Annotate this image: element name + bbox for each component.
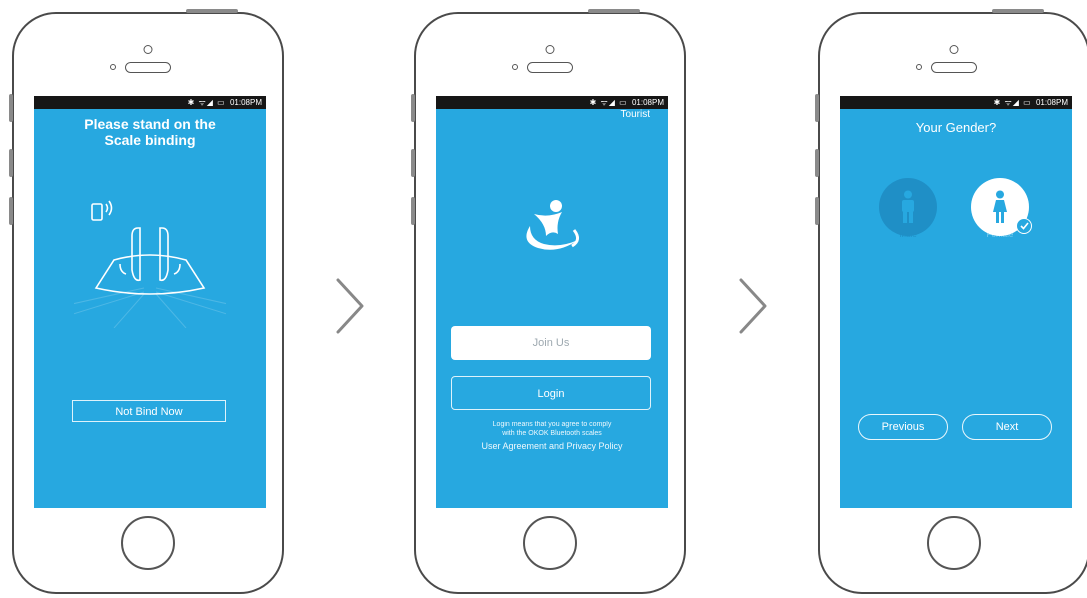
next-button[interactable]: Next [962, 414, 1052, 440]
front-camera [545, 45, 555, 54]
power-button [588, 9, 640, 13]
sensor [512, 64, 518, 70]
mute-switch [411, 94, 415, 122]
volume-down-button [815, 197, 819, 225]
scale-feet-illustration [74, 200, 226, 328]
page-title: Please stand on the Scale binding [34, 116, 266, 148]
home-button [523, 516, 577, 570]
terms-line-1: Login means that you agree to comply [492, 421, 612, 428]
previous-button[interactable]: Previous [858, 414, 948, 440]
screen-gender: ✱ ᯤ◢ ▭ 01:08PM Your Gender? Male [840, 96, 1072, 508]
gender-option-male[interactable]: Male [878, 178, 938, 239]
volume-up-button [411, 149, 415, 177]
volume-up-button [9, 149, 13, 177]
status-icons: ✱ ᯤ◢ ▭ [993, 98, 1032, 107]
status-bar: ✱ ᯤ◢ ▭ 01:08PM [34, 96, 266, 109]
screen-welcome: ✱ ᯤ◢ ▭ 01:08PM Tourist Join Us Login Log… [436, 96, 668, 508]
terms-notice: Login means that you agree to comply wit… [446, 420, 658, 452]
selected-check-icon [1016, 218, 1032, 234]
terms-line-2: with the OKOK Bluetooth scales [502, 430, 602, 437]
power-button [992, 9, 1044, 13]
sensor [110, 64, 116, 70]
tourist-link[interactable]: Tourist [621, 109, 650, 120]
status-bar: ✱ ᯤ◢ ▭ 01:08PM [840, 96, 1072, 109]
volume-down-button [9, 197, 13, 225]
volume-down-button [411, 197, 415, 225]
app-logo-icon [526, 200, 579, 250]
title-line-1: Please stand on the [84, 116, 216, 132]
sensor [916, 64, 922, 70]
status-time: 01:08PM [631, 98, 664, 107]
home-button [927, 516, 981, 570]
page-title: Your Gender? [915, 120, 997, 135]
female-icon [993, 190, 1007, 223]
status-icons: ✱ ᯤ◢ ▭ [187, 98, 226, 107]
login-button[interactable]: Login [451, 376, 651, 410]
status-icons: ✱ ᯤ◢ ▭ [589, 98, 628, 107]
power-button [186, 9, 238, 13]
front-camera [143, 45, 153, 54]
status-time: 01:08PM [229, 98, 262, 107]
home-button [121, 516, 175, 570]
mute-switch [815, 94, 819, 122]
agreement-privacy-link[interactable]: User Agreement and Privacy Policy [446, 440, 658, 452]
title-line-2: Scale binding [104, 132, 196, 148]
phone-signal-icon [91, 200, 113, 221]
earpiece-speaker [527, 62, 573, 73]
scale-icon [94, 227, 206, 295]
chevron-right-icon [336, 278, 364, 334]
phone-frame-1: ✱ ᯤ◢ ▭ 01:08PM Please stand on the Scale… [9, 9, 284, 594]
male-icon [902, 190, 914, 223]
volume-up-button [815, 149, 819, 177]
not-bind-now-button[interactable]: Not Bind Now [72, 400, 226, 422]
male-avatar[interactable] [879, 178, 937, 236]
earpiece-speaker [931, 62, 977, 73]
gender-option-female[interactable]: Female [970, 178, 1032, 239]
screen-scale-binding: ✱ ᯤ◢ ▭ 01:08PM Please stand on the Scale… [34, 96, 266, 508]
front-camera [949, 45, 959, 54]
mute-switch [9, 94, 13, 122]
chevron-right-icon [739, 278, 767, 334]
female-avatar[interactable] [971, 178, 1032, 236]
status-bar: ✱ ᯤ◢ ▭ 01:08PM [436, 96, 668, 109]
phone-frame-3: ✱ ᯤ◢ ▭ 01:08PM Your Gender? Male [815, 9, 1087, 594]
status-time: 01:08PM [1035, 98, 1068, 107]
phone-frame-2: ✱ ᯤ◢ ▭ 01:08PM Tourist Join Us Login Log… [411, 9, 686, 594]
join-us-button[interactable]: Join Us [451, 326, 651, 360]
earpiece-speaker [125, 62, 171, 73]
